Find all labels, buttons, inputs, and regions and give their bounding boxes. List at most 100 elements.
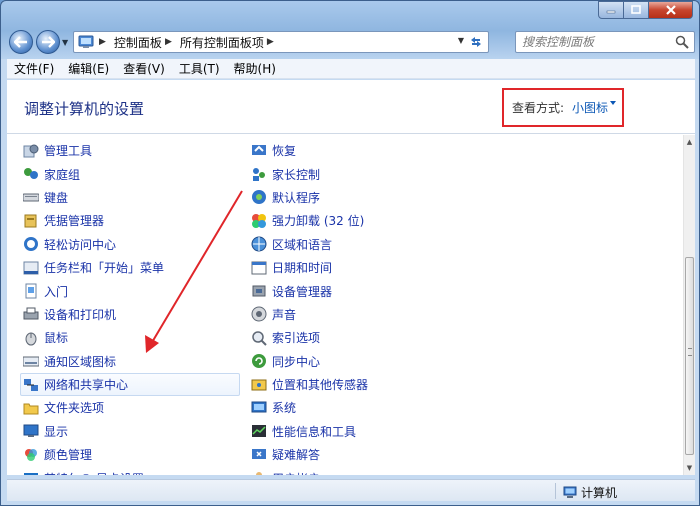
- control-panel-item-label: 用户帐户: [272, 470, 320, 475]
- menu-file[interactable]: 文件(F): [7, 60, 61, 77]
- control-panel-item[interactable]: 强力卸载 (32 位): [249, 209, 469, 232]
- control-panel-item[interactable]: 显示: [21, 420, 241, 443]
- control-panel-item-label: 设备和打印机: [44, 307, 117, 322]
- content-header: 调整计算机的设置 查看方式: 小图标: [7, 80, 695, 134]
- control-panel-item[interactable]: 日期和时间: [249, 256, 469, 279]
- grip-icon: [688, 348, 692, 356]
- status-bar: 计算机: [7, 479, 695, 501]
- control-panel-item[interactable]: 性能信息和工具: [249, 420, 469, 443]
- status-divider: [555, 483, 556, 499]
- control-panel-item[interactable]: 设备和打印机: [21, 303, 241, 326]
- control-panel-item[interactable]: 恢复: [249, 139, 469, 162]
- address-history-dropdown[interactable]: ▼: [458, 36, 464, 45]
- control-panel-item[interactable]: 鼠标: [21, 326, 241, 349]
- control-panel-item[interactable]: 家庭组: [21, 162, 241, 185]
- address-bar[interactable]: ▶ 控制面板 ▶ 所有控制面板项 ▶ ▼: [73, 31, 489, 53]
- control-panel-item[interactable]: 凭据管理器: [21, 209, 241, 232]
- notification-area-icon: [23, 353, 39, 369]
- credential-manager-icon: [23, 213, 39, 229]
- vertical-scrollbar[interactable]: ▲ ▼: [683, 135, 695, 475]
- view-by-label: 查看方式:: [512, 101, 565, 115]
- control-panel-item[interactable]: 入门: [21, 279, 241, 302]
- sound-icon: [251, 306, 267, 322]
- control-panel-item-label: 家长控制: [272, 167, 321, 182]
- control-panel-item-label: 颜色管理: [44, 448, 93, 463]
- forward-button[interactable]: [36, 30, 60, 54]
- control-panel-item[interactable]: 轻松访问中心: [21, 233, 241, 256]
- control-panel-item-label: 文件夹选项: [44, 401, 105, 416]
- control-panel-item[interactable]: 任务栏和「开始」菜单: [21, 256, 241, 279]
- refresh-icon[interactable]: [468, 34, 484, 50]
- page-title: 调整计算机的设置: [24, 100, 145, 118]
- control-panel-item[interactable]: 英特尔® 显卡设置: [21, 466, 241, 475]
- control-panel-item-label: 位置和其他传感器: [272, 378, 369, 393]
- chevron-down-icon[interactable]: [610, 101, 616, 105]
- intel-graphics-icon: [23, 470, 39, 475]
- search-icon[interactable]: [675, 35, 689, 49]
- control-panel-item-label: 区域和语言: [272, 237, 333, 252]
- control-panel-item[interactable]: 文件夹选项: [21, 396, 241, 419]
- control-panel-item-label: 通知区域图标: [44, 354, 117, 369]
- control-panel-item-label: 声音: [272, 307, 297, 322]
- control-panel-item[interactable]: 索引选项: [249, 326, 469, 349]
- region-language-icon: [251, 236, 267, 252]
- control-panel-item-label: 系统: [272, 401, 297, 416]
- control-panel-item[interactable]: 同步中心: [249, 350, 469, 373]
- menu-bar: 文件(F) 编辑(E) 查看(V) 工具(T) 帮助(H): [7, 59, 695, 79]
- sync-center-icon: [251, 353, 267, 369]
- menu-tools[interactable]: 工具(T): [172, 60, 227, 77]
- control-panel-item[interactable]: 管理工具: [21, 139, 241, 162]
- maximize-icon: [631, 5, 641, 14]
- control-panel-window: ▼ ▶ 控制面板▶ 所有控制面板项▶ ▼ 文件(F) 编辑(E) 查看(V) 工…: [0, 0, 700, 506]
- control-panel-item[interactable]: 疑难解答: [249, 443, 469, 466]
- minimize-icon: [606, 10, 616, 14]
- control-panel-item[interactable]: 通知区域图标: [21, 350, 241, 373]
- close-button[interactable]: [649, 1, 693, 19]
- menu-help[interactable]: 帮助(H): [227, 60, 283, 77]
- device-manager-icon: [251, 283, 267, 299]
- breadcrumb-control-panel[interactable]: 控制面板 ▶: [112, 32, 178, 52]
- control-panel-item[interactable]: 颜色管理: [21, 443, 241, 466]
- color-management-icon: [23, 447, 39, 463]
- keyboard-icon: [23, 189, 39, 205]
- back-arrow-icon: [14, 36, 27, 48]
- scroll-thumb[interactable]: [685, 257, 694, 455]
- breadcrumb-separator[interactable]: ▶: [94, 32, 112, 52]
- control-panel-icon: [78, 35, 94, 48]
- computer-icon: [563, 486, 577, 498]
- back-button[interactable]: [9, 30, 33, 54]
- control-panel-item[interactable]: 位置和其他传感器: [249, 373, 469, 396]
- taskbar-icon: [23, 260, 39, 276]
- control-panel-item-label: 同步中心: [272, 354, 321, 369]
- control-panel-item[interactable]: 声音: [249, 303, 469, 326]
- control-panel-item[interactable]: 家长控制: [249, 162, 469, 185]
- default-programs-icon: [251, 189, 267, 205]
- menu-view[interactable]: 查看(V): [116, 60, 172, 77]
- control-panel-item-label: 日期和时间: [272, 261, 333, 276]
- control-panel-item[interactable]: 网络和共享中心: [20, 372, 240, 397]
- scroll-down-button[interactable]: ▼: [684, 461, 695, 475]
- breadcrumb-all-items[interactable]: 所有控制面板项 ▶: [178, 32, 280, 52]
- control-panel-item[interactable]: 用户帐户: [249, 466, 469, 475]
- getting-started-icon: [23, 283, 39, 299]
- close-icon: [665, 5, 676, 15]
- devices-printers-icon: [23, 306, 39, 322]
- control-panel-item[interactable]: 键盘: [21, 186, 241, 209]
- minimize-button[interactable]: [598, 1, 624, 19]
- control-panel-item-label: 凭据管理器: [44, 214, 105, 229]
- menu-edit[interactable]: 编辑(E): [61, 60, 116, 77]
- control-panel-item[interactable]: 设备管理器: [249, 279, 469, 302]
- control-panel-item[interactable]: 默认程序: [249, 186, 469, 209]
- date-time-icon: [251, 260, 267, 276]
- recent-pages-dropdown[interactable]: ▼: [62, 38, 68, 47]
- maximize-button[interactable]: [624, 1, 649, 19]
- view-by-dropdown[interactable]: 小图标: [572, 99, 608, 116]
- control-panel-item[interactable]: 区域和语言: [249, 233, 469, 256]
- homegroup-icon: [23, 166, 39, 182]
- items-column-left: 管理工具 家庭组 键盘凭据管理器轻松访问中心 任务栏和「开始」菜单 入门设备和打印机鼠标…: [20, 139, 241, 475]
- control-panel-item-label: 显示: [44, 424, 69, 439]
- scroll-up-button[interactable]: ▲: [684, 135, 695, 149]
- control-panel-item[interactable]: 系统: [249, 396, 469, 419]
- search-input[interactable]: [522, 35, 672, 49]
- performance-icon: [251, 423, 267, 439]
